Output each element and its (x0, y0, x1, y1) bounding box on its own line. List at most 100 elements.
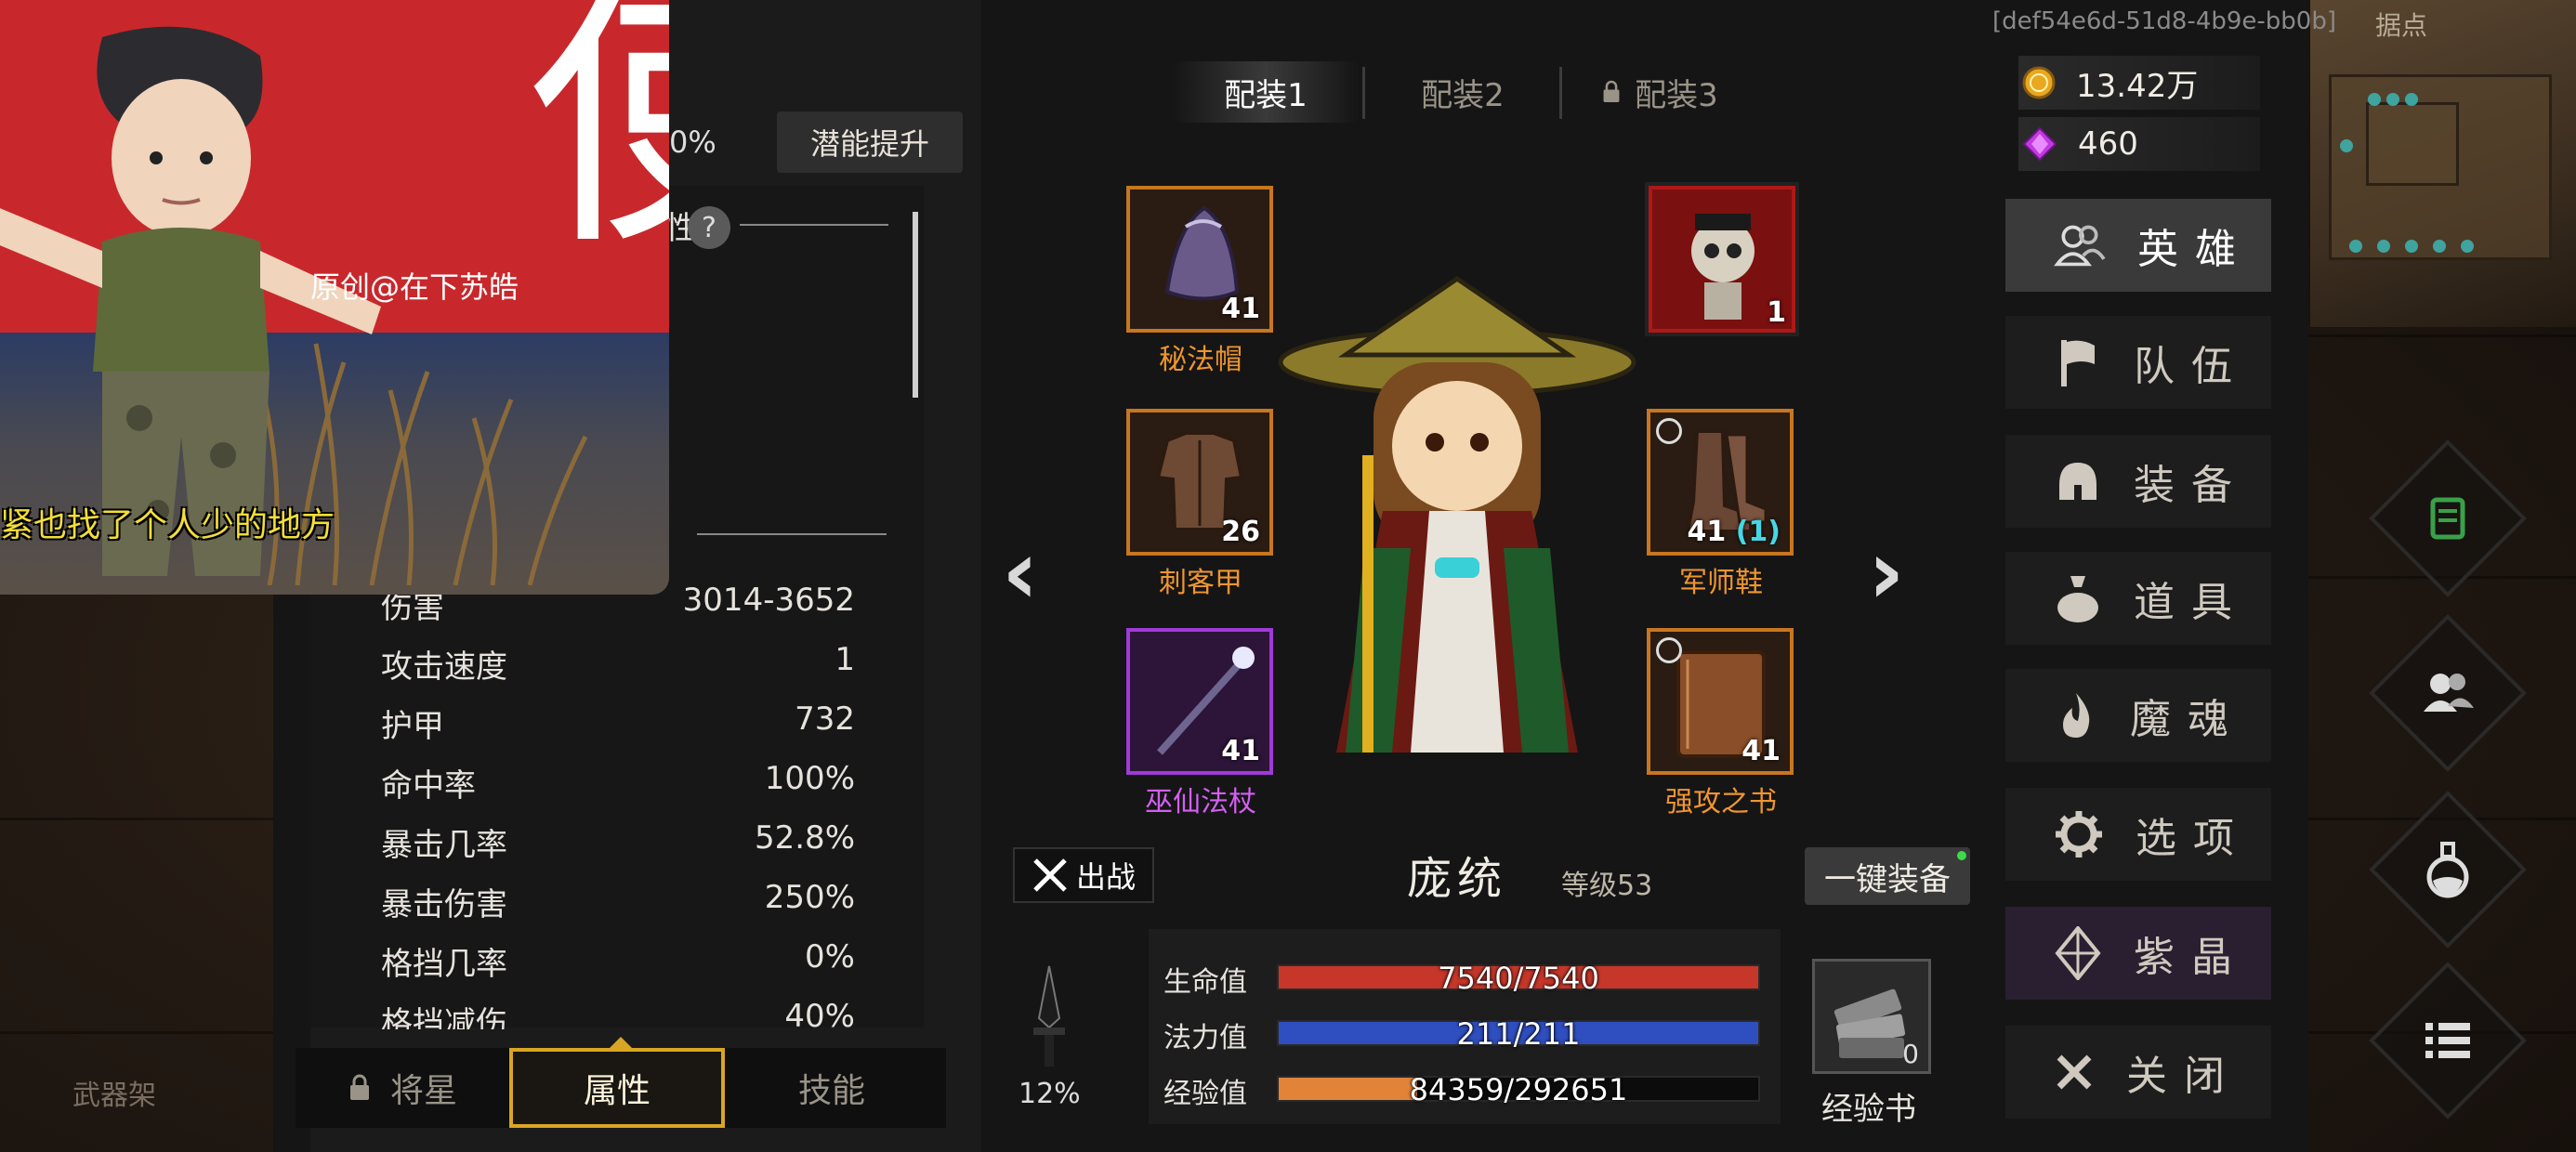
mp-bar: 211/211 (1277, 1016, 1760, 1052)
loadout-tab-3-label: 配装3 (1635, 76, 1718, 114)
loadout-tab-2[interactable]: 配装2 (1370, 61, 1556, 123)
minimap[interactable] (2308, 0, 2576, 327)
equipment-slot-book[interactable]: 41 (1647, 628, 1794, 775)
tab-skills[interactable]: 技能 (725, 1048, 939, 1128)
notification-dot (1957, 851, 1966, 860)
loadout-tab-3[interactable]: 配装3 (1567, 61, 1753, 123)
flame-icon (2063, 693, 2090, 738)
list-icon (2425, 1023, 2470, 1058)
hero-name: 庞统 (1407, 853, 1508, 905)
potential-upgrade-button[interactable]: 潜能提升 (777, 111, 963, 173)
stat-row: 暴击伤害 250% (381, 879, 855, 923)
xp-bar: 84359/292651 (1277, 1072, 1760, 1107)
potion-icon (2426, 842, 2469, 898)
slot-level: 41 (1221, 735, 1260, 767)
menu-items-label: 道具 (2134, 579, 2249, 626)
mp-bar-text: 211/211 (1456, 1016, 1581, 1052)
menu-close-label: 关闭 (2126, 1053, 2241, 1100)
bag-icon (2057, 576, 2098, 622)
equipment-slot-hat[interactable]: 41 (1126, 186, 1273, 333)
close-icon (2057, 1054, 2092, 1090)
exp-book-label: 经验书 (1821, 1091, 1916, 1128)
menu-crystal[interactable]: 紫晶 (2005, 907, 2271, 1000)
helmet-icon (2059, 463, 2096, 500)
potential-percent: 0% (669, 124, 716, 160)
tab-skills-label: 技能 (797, 1072, 865, 1110)
lock-icon (349, 1074, 369, 1100)
menu-heroes[interactable]: 英雄 (2005, 199, 2271, 292)
gold-counter: 13.42万 (2018, 56, 2260, 110)
menu-items[interactable]: 道具 (2005, 552, 2271, 645)
slot-level: 41 (1741, 735, 1781, 767)
gold-amount: 13.42万 (2076, 67, 2199, 105)
tab-attributes-label: 属性 (583, 1072, 651, 1110)
loadout-divider (1362, 67, 1365, 119)
loadout-divider (1559, 67, 1562, 119)
stat-row: 攻击速度 1 (381, 641, 855, 686)
hp-bar-text: 7540/7540 (1438, 961, 1599, 996)
menu-close[interactable]: 关闭 (2005, 1026, 2271, 1119)
next-hero-arrow[interactable]: › (1868, 520, 1905, 624)
menu-souls[interactable]: 魔魂 (2005, 669, 2271, 762)
slot-level: 41 (1221, 293, 1260, 325)
xp-bar-text: 84359/292651 (1409, 1072, 1628, 1107)
equipment-slot-weapon[interactable]: 41 (1126, 628, 1273, 775)
equip-marker-icon (1656, 418, 1682, 444)
menu-gear[interactable]: 装备 (2005, 435, 2271, 528)
video-overlay: 使 原创@在下苏皓 紧也找了个人少的地方 (0, 0, 669, 595)
equipment-label-book: 强攻之书 (1665, 786, 1777, 818)
loadout-tab-1[interactable]: 配装1 (1173, 61, 1359, 123)
crossed-swords-icon (1033, 858, 1067, 892)
equip-marker-icon (1656, 637, 1682, 663)
stat-row: 暴击几率 52.8% (381, 819, 855, 864)
active-tab-indicator (610, 1037, 632, 1048)
weapon-rack-label: 武器架 (72, 1080, 156, 1112)
stat-row: 命中率 100% (381, 760, 855, 805)
equipment-label-hat: 秘法帽 (1159, 344, 1242, 376)
overlay-big-character: 使 (528, 0, 669, 260)
tab-attributes[interactable]: 属性 (509, 1048, 725, 1128)
deploy-button[interactable]: 出战 (1013, 847, 1154, 903)
crystal-icon (2055, 926, 2101, 980)
stat-row: 护甲 732 (381, 700, 855, 745)
help-icon[interactable]: ? (688, 206, 730, 249)
stats-scrollbar[interactable] (913, 212, 918, 398)
previous-hero-arrow[interactable]: ‹ (1002, 520, 1039, 624)
stat-row: 格挡减伤 40% (381, 998, 855, 1029)
tab-general[interactable]: 将星 (296, 1048, 509, 1128)
menu-options-label: 选项 (2136, 815, 2251, 862)
auto-equip-button[interactable]: 一键装备 (1805, 847, 1970, 905)
xp-label: 经验值 (1163, 1078, 1247, 1110)
dagger-icon (1033, 965, 1065, 1067)
purple-gem-icon (2022, 126, 2057, 162)
gold-coin-icon (2022, 66, 2056, 99)
equipment-label-weapon: 巫仙法杖 (1145, 786, 1256, 818)
overlay-credit: 原创@在下苏皓 (310, 269, 519, 305)
pet-slot[interactable]: 1 (1645, 182, 1799, 336)
hero-level: 等级53 (1561, 870, 1653, 902)
deploy-label: 出战 (1075, 859, 1136, 895)
menu-options[interactable]: 选项 (2005, 788, 2271, 881)
gear-icon (2056, 811, 2102, 857)
equipment-slot-armor[interactable]: 26 (1126, 409, 1273, 556)
flag-icon (2061, 340, 2095, 386)
heroes-icon (2054, 225, 2106, 267)
scroll-icon (2430, 497, 2465, 540)
minimap-label: 据点 (2375, 10, 2428, 41)
menu-team[interactable]: 队伍 (2005, 316, 2271, 409)
menu-souls-label: 魔魂 (2130, 696, 2245, 743)
stats-divider (697, 533, 887, 535)
section-divider (740, 224, 888, 226)
menu-gear-label: 装备 (2134, 462, 2249, 509)
lock-icon (1603, 80, 1620, 102)
menu-team-label: 队伍 (2134, 343, 2249, 390)
equipment-slot-boots[interactable]: 41 (1) (1647, 409, 1794, 556)
exp-book-count: 0 (1902, 1039, 1919, 1069)
overlay-subtitle: 紧也找了个人少的地方 (0, 506, 335, 544)
exp-book-slot[interactable]: 0 (1812, 959, 1931, 1074)
slot-level: 1 (1767, 296, 1786, 329)
slot-level: 26 (1221, 516, 1260, 548)
equipment-label-boots: 军师鞋 (1679, 567, 1763, 599)
heroes-icon (2424, 674, 2474, 712)
gem-counter: 460 (2018, 117, 2260, 171)
